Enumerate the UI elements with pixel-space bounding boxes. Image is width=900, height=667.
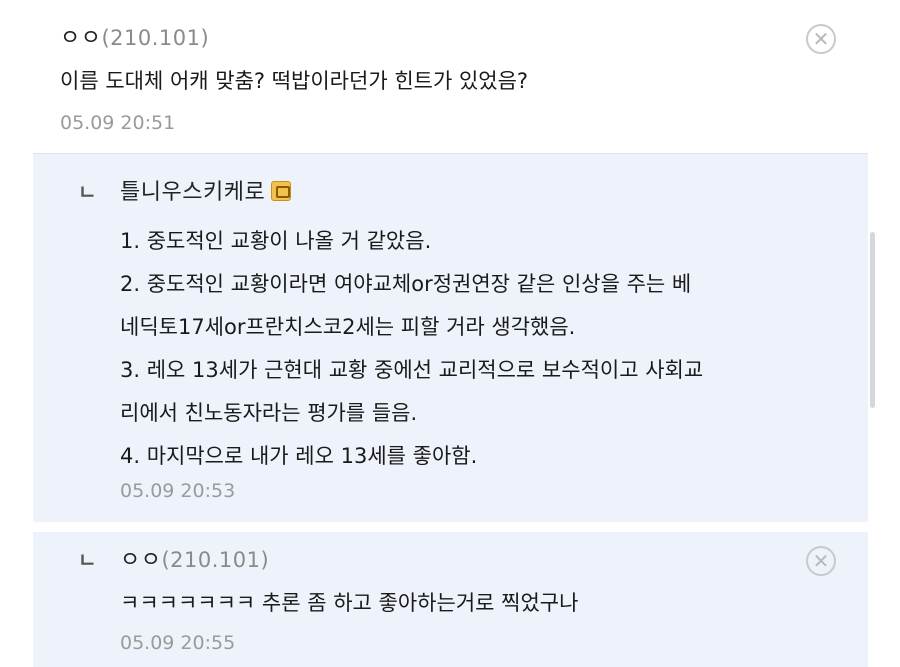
comment-author[interactable]: ㅇㅇ(210.101) <box>60 20 209 52</box>
author-ip: (210.101) <box>161 548 270 572</box>
reply-text: ㅋㅋㅋㅋㅋㅋㅋ 추론 좀 하고 좋아하는거로 찍었구나 <box>120 591 579 615</box>
author-nickname: ㅇㅇ <box>60 26 102 51</box>
reply-comment: ㄴ ㅇㅇ(210.101) ✕ ㅋㅋㅋㅋㅋㅋㅋ 추론 좀 하고 좋아하는거로 찍… <box>33 532 868 667</box>
close-icon: ✕ <box>812 549 830 573</box>
comment-text: 이름 도대체 어캐 맞춤? 떡밥이라던가 힌트가 있었음? <box>60 69 529 93</box>
delete-comment-button[interactable]: ✕ <box>806 546 836 576</box>
reply-timestamp: 05.09 20:55 <box>120 632 236 654</box>
reply-line: 리에서 친노동자라는 평가를 들음. <box>120 401 418 425</box>
author-nickname: 틀니우스키케로 <box>120 180 266 205</box>
reply-line: 네딕토17세or프란치스코2세는 피할 거라 생각했음. <box>120 315 576 339</box>
divider <box>33 522 868 532</box>
author-ip: (210.101) <box>101 26 210 50</box>
reply-line: 4. 마지막으로 내가 레오 13세를 좋아함. <box>120 444 478 468</box>
reply-line: 2. 중도적인 교황이라면 여야교체or정권연장 같은 인상을 주는 베 <box>120 272 692 296</box>
delete-comment-button[interactable]: ✕ <box>806 24 836 54</box>
reply-line: 3. 레오 13세가 근현대 교황 중에선 교리적으로 보수적이고 사회교 <box>120 358 704 382</box>
comment: ㅇㅇ(210.101) ✕ 이름 도대체 어캐 맞춤? 떡밥이라던가 힌트가 있… <box>0 0 900 153</box>
gallery-badge-icon <box>271 181 292 201</box>
comment-timestamp: 05.09 20:51 <box>60 112 176 134</box>
reply-author[interactable]: ㅇㅇ(210.101) <box>120 542 269 574</box>
reply-line: 1. 중도적인 교황이 나올 거 같았음. <box>120 229 432 253</box>
author-nickname: ㅇㅇ <box>120 548 162 573</box>
reply-timestamp: 05.09 20:53 <box>120 480 236 502</box>
scrollbar[interactable] <box>870 232 875 408</box>
reply-marker: ㄴ <box>78 548 97 572</box>
reply-author[interactable]: 틀니우스키케로 <box>120 174 292 206</box>
reply-comment: ㄴ 틀니우스키케로 1. 중도적인 교황이 나올 거 같았음. 2. 중도적인 … <box>33 153 868 522</box>
reply-marker: ㄴ <box>78 180 97 204</box>
reply-text: 1. 중도적인 교황이 나올 거 같았음. 2. 중도적인 교황이라면 여야교체… <box>120 220 703 478</box>
close-icon: ✕ <box>812 27 830 51</box>
